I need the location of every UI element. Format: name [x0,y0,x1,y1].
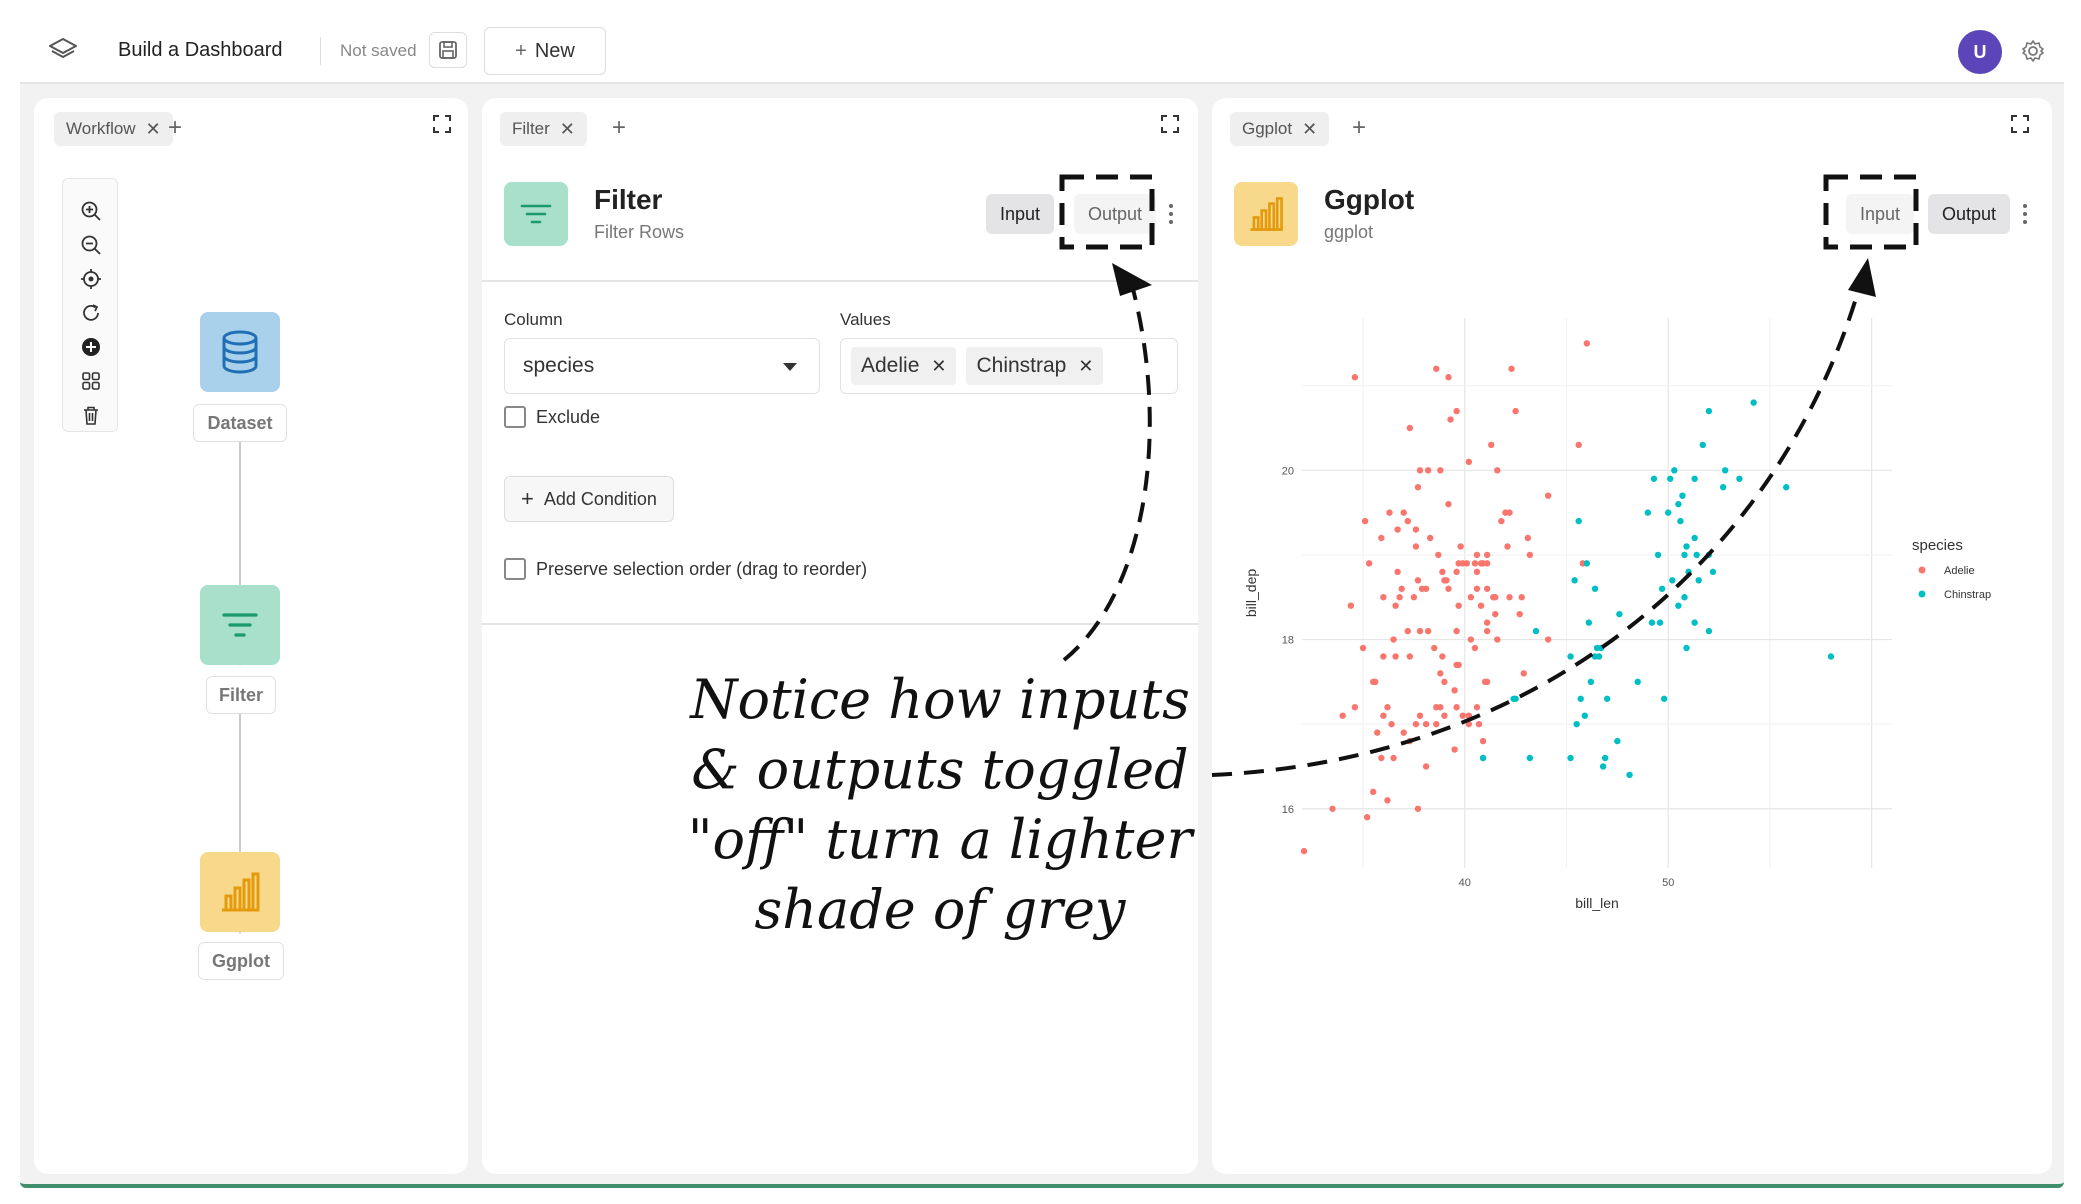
annotation-line: shade of grey [754,878,1126,941]
annotation-arrow-left [1062,277,1152,662]
annotation-overlay [1059,174,1919,777]
annotation-line: & outputs toggled [691,738,1189,801]
arrowhead [1848,258,1876,297]
app-window: Build a Dashboard Not saved + New U Work… [20,0,2064,1188]
annotation-arrow-right [1211,284,1862,777]
annotation-line: "off" turn a lighter [687,808,1193,871]
highlight-box-ggplot-input [1823,174,1919,250]
highlight-box-filter-output [1059,174,1155,250]
annotation-line: Notice how inputs [690,668,1190,731]
arrowhead [1112,263,1152,296]
annotation-text: Notice how inputs & outputs toggled "off… [660,665,1220,945]
